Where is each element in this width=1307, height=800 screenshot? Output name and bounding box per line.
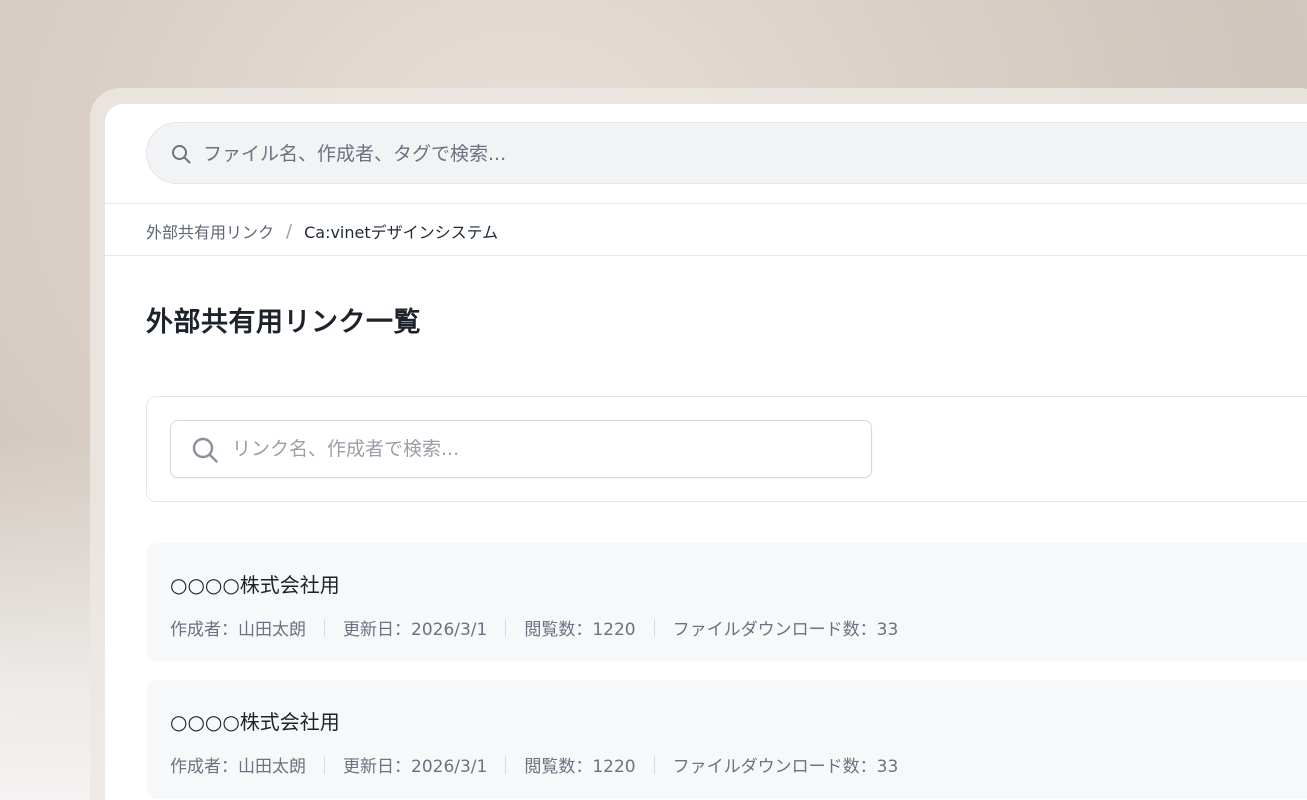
meta-divider <box>505 618 507 637</box>
breadcrumb-current: Ca:vinetデザインシステム <box>304 223 499 242</box>
meta-divider <box>653 755 655 774</box>
breadcrumb-link-external-links[interactable]: 外部共有用リンク <box>146 219 274 243</box>
link-view-count: 閲覧数：1220 <box>524 620 636 640</box>
link-list-item[interactable]: ○○○○株式会社用 作成者：山田太朗 更新日：2026/3/1 閲覧数：1220… <box>146 680 1307 799</box>
link-download-count: ファイルダウンロード数：33 <box>672 757 899 777</box>
search-icon <box>172 145 191 164</box>
breadcrumb-separator: / <box>286 220 293 242</box>
breadcrumb: 外部共有用リンク / Ca:vinetデザインシステム <box>146 219 498 243</box>
link-download-count: ファイルダウンロード数：33 <box>672 620 899 640</box>
link-view-count: 閲覧数：1220 <box>524 757 636 777</box>
link-author: 作成者：山田太朗 <box>170 757 306 777</box>
page-title: 外部共有用リンク一覧 <box>146 307 421 338</box>
meta-divider <box>324 755 325 774</box>
global-search-input[interactable]: ファイル名、作成者、タグで検索... <box>146 122 1307 184</box>
link-author: 作成者：山田太朗 <box>170 620 306 640</box>
top-bar: ファイル名、作成者、タグで検索... <box>105 104 1307 204</box>
link-meta: 作成者：山田太朗 更新日：2026/3/1 閲覧数：1220 ファイルダウンロー… <box>170 615 898 640</box>
link-search-placeholder: リンク名、作成者で検索... <box>232 438 460 460</box>
meta-divider <box>324 618 325 637</box>
filter-panel: リンク名、作成者で検索... <box>146 396 1307 502</box>
link-updated-date: 更新日：2026/3/1 <box>343 620 488 640</box>
meta-divider <box>505 755 507 774</box>
link-name[interactable]: ○○○○株式会社用 <box>170 706 340 735</box>
global-search-placeholder: ファイル名、作成者、タグで検索... <box>203 143 507 165</box>
link-search-input[interactable]: リンク名、作成者で検索... <box>170 420 872 478</box>
meta-divider <box>653 618 655 637</box>
link-list-item[interactable]: ○○○○株式会社用 作成者：山田太朗 更新日：2026/3/1 閲覧数：1220… <box>146 543 1307 662</box>
link-name[interactable]: ○○○○株式会社用 <box>170 569 340 598</box>
link-updated-date: 更新日：2026/3/1 <box>343 757 488 777</box>
breadcrumb-divider <box>105 255 1307 256</box>
search-icon <box>192 437 218 463</box>
app-window: ファイル名、作成者、タグで検索... 外部共有用リンク / Ca:vinetデザ… <box>105 104 1307 800</box>
link-meta: 作成者：山田太朗 更新日：2026/3/1 閲覧数：1220 ファイルダウンロー… <box>170 752 898 777</box>
